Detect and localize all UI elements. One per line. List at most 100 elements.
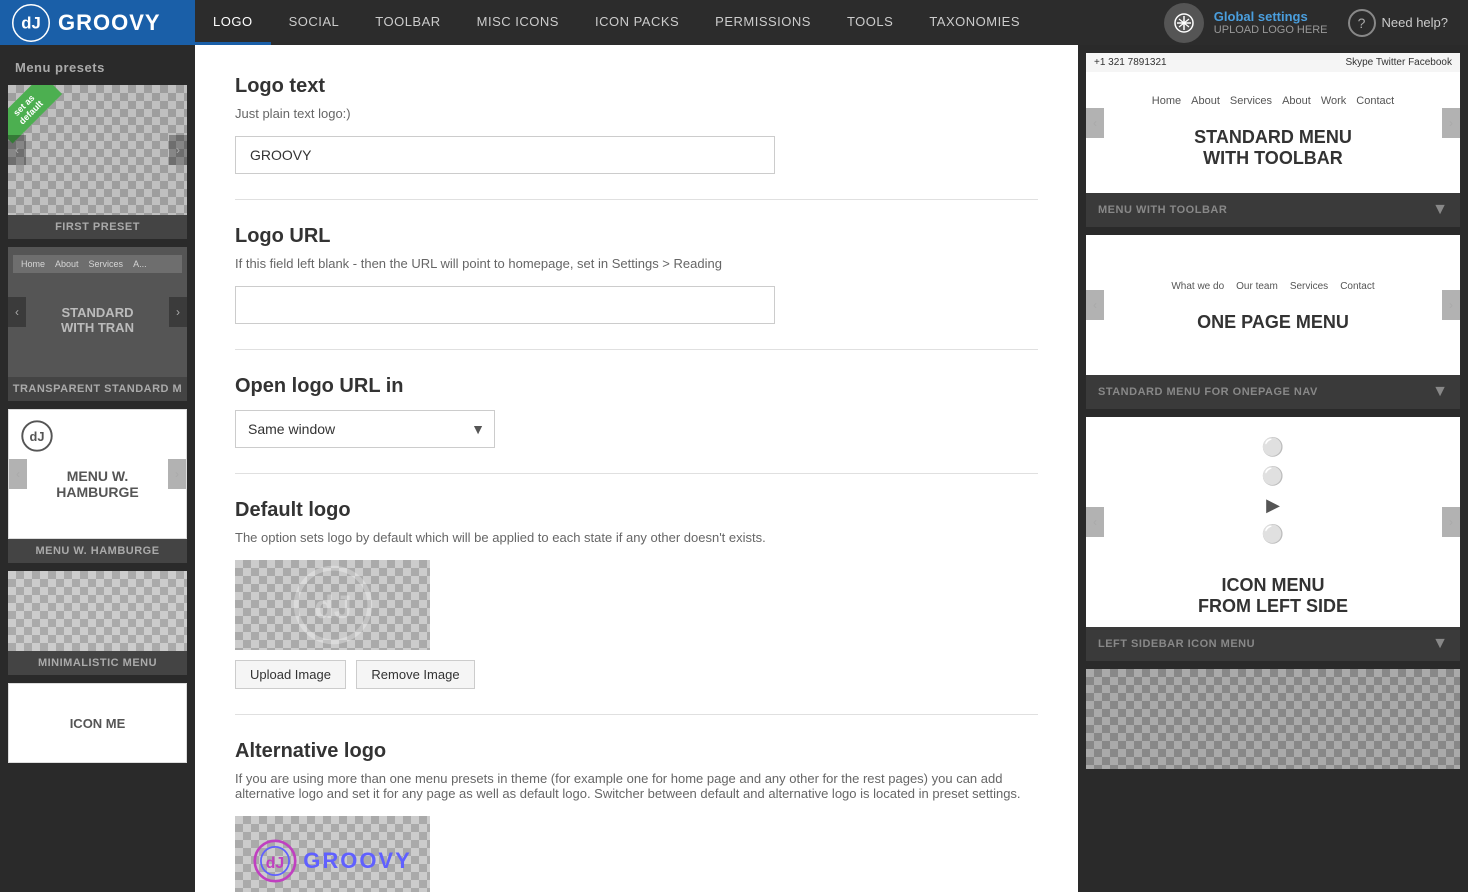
preset-card-first[interactable]: set asdefault ‹ › FIRST PRESET bbox=[8, 85, 187, 239]
icon-menu-label-wrap: LEFT SIDEBAR ICON MENU ▼ bbox=[1086, 627, 1460, 661]
default-logo-img: dJ bbox=[293, 565, 373, 645]
tab-icon-packs[interactable]: ICON PACKS bbox=[577, 0, 697, 45]
icon-menu-arrow-right[interactable]: › bbox=[1442, 507, 1460, 537]
divider-1 bbox=[235, 199, 1038, 200]
main-content: Logo text Just plain text logo:) Logo UR… bbox=[195, 45, 1078, 892]
tab-taxonomies[interactable]: TAXONOMIES bbox=[911, 0, 1038, 45]
divider-3 bbox=[235, 473, 1038, 474]
global-settings[interactable]: Global settings UPLOAD LOGO HERE bbox=[1164, 3, 1328, 43]
svg-text:dJ: dJ bbox=[314, 589, 351, 625]
toolbar-menu-text: STANDARD MENUWITH TOOLBAR bbox=[1184, 107, 1362, 179]
alt-logo-preview: dJ GROOVY bbox=[235, 816, 430, 892]
toolbar-nav-items: HomeAboutServicesAboutWorkContact bbox=[1152, 95, 1394, 107]
tab-toolbar[interactable]: TOOLBAR bbox=[357, 0, 458, 45]
svg-text:dJ: dJ bbox=[21, 13, 41, 32]
alt-logo-title: Alternative logo bbox=[235, 740, 1038, 763]
tab-tools[interactable]: TOOLS bbox=[829, 0, 911, 45]
default-logo-title: Default logo bbox=[235, 499, 1038, 522]
icon-menu-expand-icon[interactable]: ▼ bbox=[1432, 635, 1448, 653]
logo-url-section: Logo URL If this field left blank - then… bbox=[235, 225, 1038, 324]
top-navigation: dJ GROOVY LOGO SOCIAL TOOLBAR MISC ICONS… bbox=[0, 0, 1468, 45]
select-wrap-container: Same window New window ▼ bbox=[235, 410, 1038, 448]
right-preset-one-page[interactable]: What we doOur teamServicesContact ONE PA… bbox=[1086, 235, 1460, 409]
toolbar-arrow-right[interactable]: › bbox=[1442, 108, 1460, 138]
upload-image-button[interactable]: Upload Image bbox=[235, 660, 346, 689]
tab-logo[interactable]: LOGO bbox=[195, 0, 271, 45]
toolbar-bar: +1 321 7891321 Skype Twitter Facebook bbox=[1086, 53, 1460, 72]
preset-card-icon-me[interactable]: ICON ME bbox=[8, 683, 187, 763]
toolbar-expand-icon[interactable]: ▼ bbox=[1432, 201, 1448, 219]
onepage-arrow-left[interactable]: ‹ bbox=[1086, 290, 1104, 320]
tab-misc-icons[interactable]: MISC ICONS bbox=[459, 0, 577, 45]
right-preset-icon-menu-left[interactable]: ⚪ ⚪ ▶ ⚪ ICON MENUFROM LEFT SIDE ‹ › LEFT… bbox=[1086, 417, 1460, 661]
toolbar-arrow-left[interactable]: ‹ bbox=[1086, 108, 1104, 138]
onepage-label: STANDARD MENU FOR ONEPAGE NAV bbox=[1098, 386, 1318, 398]
alt-logo-text: GROOVY bbox=[303, 848, 412, 874]
logo-text-desc: Just plain text logo:) bbox=[235, 106, 1038, 121]
preset-card-hamburger[interactable]: dJ MENU W.HAMBURGE ‹ › MENU W. HAMBURGE bbox=[8, 409, 187, 563]
left-sidebar: Menu presets set asdefault ‹ › FIRST PRE… bbox=[0, 45, 195, 892]
right-preset-bottom[interactable] bbox=[1086, 669, 1460, 769]
tab-permissions[interactable]: PERMISSIONS bbox=[697, 0, 829, 45]
preset-thumb-minimalistic bbox=[8, 571, 187, 651]
logo-url-input[interactable] bbox=[235, 286, 775, 324]
site-name: GROOVY bbox=[58, 10, 161, 36]
preset-label-hamburger: MENU W. HAMBURGE bbox=[8, 539, 187, 563]
divider-2 bbox=[235, 349, 1038, 350]
global-settings-text: Global settings UPLOAD LOGO HERE bbox=[1214, 9, 1328, 36]
right-preset-thumb-onepage: What we doOur teamServicesContact ONE PA… bbox=[1086, 235, 1460, 375]
preset-card-transparent[interactable]: Home About Services A... STANDARDWITH TR… bbox=[8, 247, 187, 401]
default-logo-preview: dJ bbox=[235, 560, 430, 650]
icon-menu-item-4: ⚪ bbox=[1262, 524, 1284, 545]
main-layout: Menu presets set asdefault ‹ › FIRST PRE… bbox=[0, 45, 1468, 892]
onepage-arrow-right[interactable]: › bbox=[1442, 290, 1460, 320]
hamburger-arrow-left[interactable]: ‹ bbox=[9, 459, 27, 489]
preset-thumb-transparent: Home About Services A... STANDARDWITH TR… bbox=[8, 247, 187, 377]
alternative-logo-section: Alternative logo If you are using more t… bbox=[235, 740, 1038, 892]
logo-text-title: Logo text bbox=[235, 75, 1038, 98]
logo-url-desc: If this field left blank - then the URL … bbox=[235, 256, 1038, 271]
help-icon: ? bbox=[1348, 9, 1376, 37]
open-logo-url-select-wrap: Same window New window ▼ bbox=[235, 410, 495, 448]
onepage-label-wrap: STANDARD MENU FOR ONEPAGE NAV ▼ bbox=[1086, 375, 1460, 409]
nav-right-area: Global settings UPLOAD LOGO HERE ? Need … bbox=[1144, 3, 1468, 43]
settings-icon bbox=[1164, 3, 1204, 43]
right-bottom-thumb bbox=[1086, 669, 1460, 769]
open-logo-url-title: Open logo URL in bbox=[235, 375, 1038, 398]
preset-thumb-hamburger: dJ MENU W.HAMBURGE ‹ › bbox=[8, 409, 187, 539]
icon-menu-arrow-left[interactable]: ‹ bbox=[1086, 507, 1104, 537]
groovy-logo-preview: dJ GROOVY bbox=[253, 839, 412, 883]
right-preset-thumb-toolbar: +1 321 7891321 Skype Twitter Facebook Ho… bbox=[1086, 53, 1460, 193]
open-logo-url-section: Open logo URL in Same window New window … bbox=[235, 375, 1038, 448]
onepage-expand-icon[interactable]: ▼ bbox=[1432, 383, 1448, 401]
preset-arrow-left[interactable]: ‹ bbox=[8, 135, 26, 165]
logo-text-input[interactable] bbox=[235, 136, 775, 174]
remove-image-button[interactable]: Remove Image bbox=[356, 660, 474, 689]
onepage-menu-text: ONE PAGE MENU bbox=[1187, 292, 1359, 343]
preset-thumb-first: set asdefault ‹ › bbox=[8, 85, 187, 215]
right-preset-menu-toolbar[interactable]: +1 321 7891321 Skype Twitter Facebook Ho… bbox=[1086, 53, 1460, 227]
divider-4 bbox=[235, 714, 1038, 715]
tab-social[interactable]: SOCIAL bbox=[271, 0, 358, 45]
hamburger-arrow-right[interactable]: › bbox=[168, 459, 186, 489]
onepage-nav-items: What we doOur teamServicesContact bbox=[1171, 267, 1374, 292]
logo-text-section: Logo text Just plain text logo:) bbox=[235, 75, 1038, 174]
open-logo-url-select[interactable]: Same window New window bbox=[235, 410, 495, 448]
right-sidebar: +1 321 7891321 Skype Twitter Facebook Ho… bbox=[1078, 45, 1468, 892]
need-help[interactable]: ? Need help? bbox=[1348, 9, 1449, 37]
preset-arrow-right[interactable]: › bbox=[169, 135, 187, 165]
svg-text:dJ: dJ bbox=[266, 855, 284, 872]
icon-menu-item-3: ▶ bbox=[1266, 495, 1280, 516]
preset-card-minimalistic[interactable]: MINIMALISTIC MENU bbox=[8, 571, 187, 675]
toolbar-label-wrap: MENU WITH TOOLBAR ▼ bbox=[1086, 193, 1460, 227]
transparent-arrow-right[interactable]: › bbox=[169, 297, 187, 327]
groovy-logo-icon: dJ bbox=[12, 4, 50, 42]
alt-logo-icon: dJ bbox=[253, 839, 297, 883]
transparent-arrow-left[interactable]: ‹ bbox=[8, 297, 26, 327]
icon-menu-icons: ⚪ ⚪ ▶ ⚪ bbox=[1262, 417, 1284, 555]
svg-text:dJ: dJ bbox=[30, 429, 45, 444]
logo-url-title: Logo URL bbox=[235, 225, 1038, 248]
menu-presets-title: Menu presets bbox=[0, 45, 195, 85]
default-logo-section: Default logo The option sets logo by def… bbox=[235, 499, 1038, 689]
site-logo: dJ GROOVY bbox=[0, 0, 195, 45]
